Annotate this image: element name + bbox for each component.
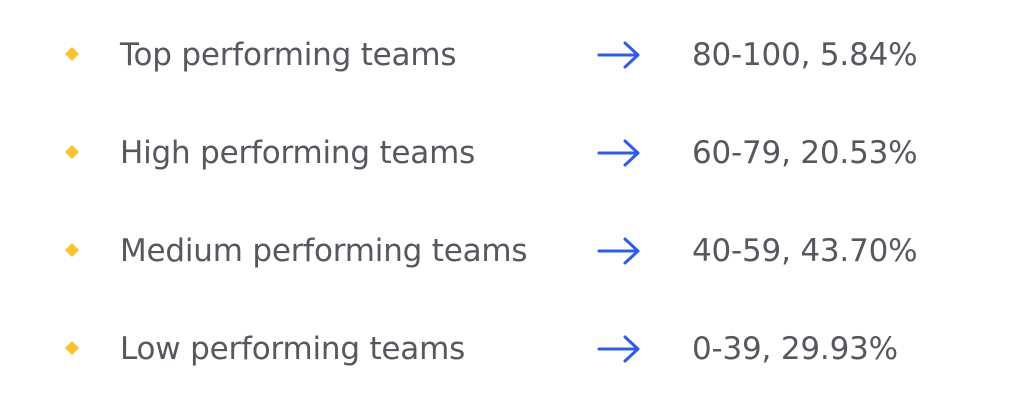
arrow-right-icon (597, 335, 641, 363)
list-item: Medium performing teams 40-59, 43.70% (0, 221, 1024, 281)
list-item: Low performing teams 0-39, 29.93% (0, 319, 1024, 379)
diamond-bullet-icon (65, 243, 79, 257)
tier-value: 0-39, 29.93% (692, 331, 898, 367)
arrow-right-icon (597, 237, 641, 265)
performance-tier-list: Top performing teams 80-100, 5.84% High … (0, 0, 1024, 410)
arrow-right-icon (597, 41, 641, 69)
tier-value: 80-100, 5.84% (692, 37, 918, 73)
diamond-bullet-icon (65, 145, 79, 159)
arrow-right-icon (597, 139, 641, 167)
list-item: Top performing teams 80-100, 5.84% (0, 25, 1024, 85)
diamond-bullet-icon (65, 341, 79, 355)
tier-label: Top performing teams (120, 37, 457, 73)
tier-label: Medium performing teams (120, 233, 528, 269)
tier-value: 40-59, 43.70% (692, 233, 918, 269)
tier-value: 60-79, 20.53% (692, 135, 918, 171)
tier-label: High performing teams (120, 135, 476, 171)
diamond-bullet-icon (65, 47, 79, 61)
list-item: High performing teams 60-79, 20.53% (0, 123, 1024, 183)
tier-label: Low performing teams (120, 331, 466, 367)
